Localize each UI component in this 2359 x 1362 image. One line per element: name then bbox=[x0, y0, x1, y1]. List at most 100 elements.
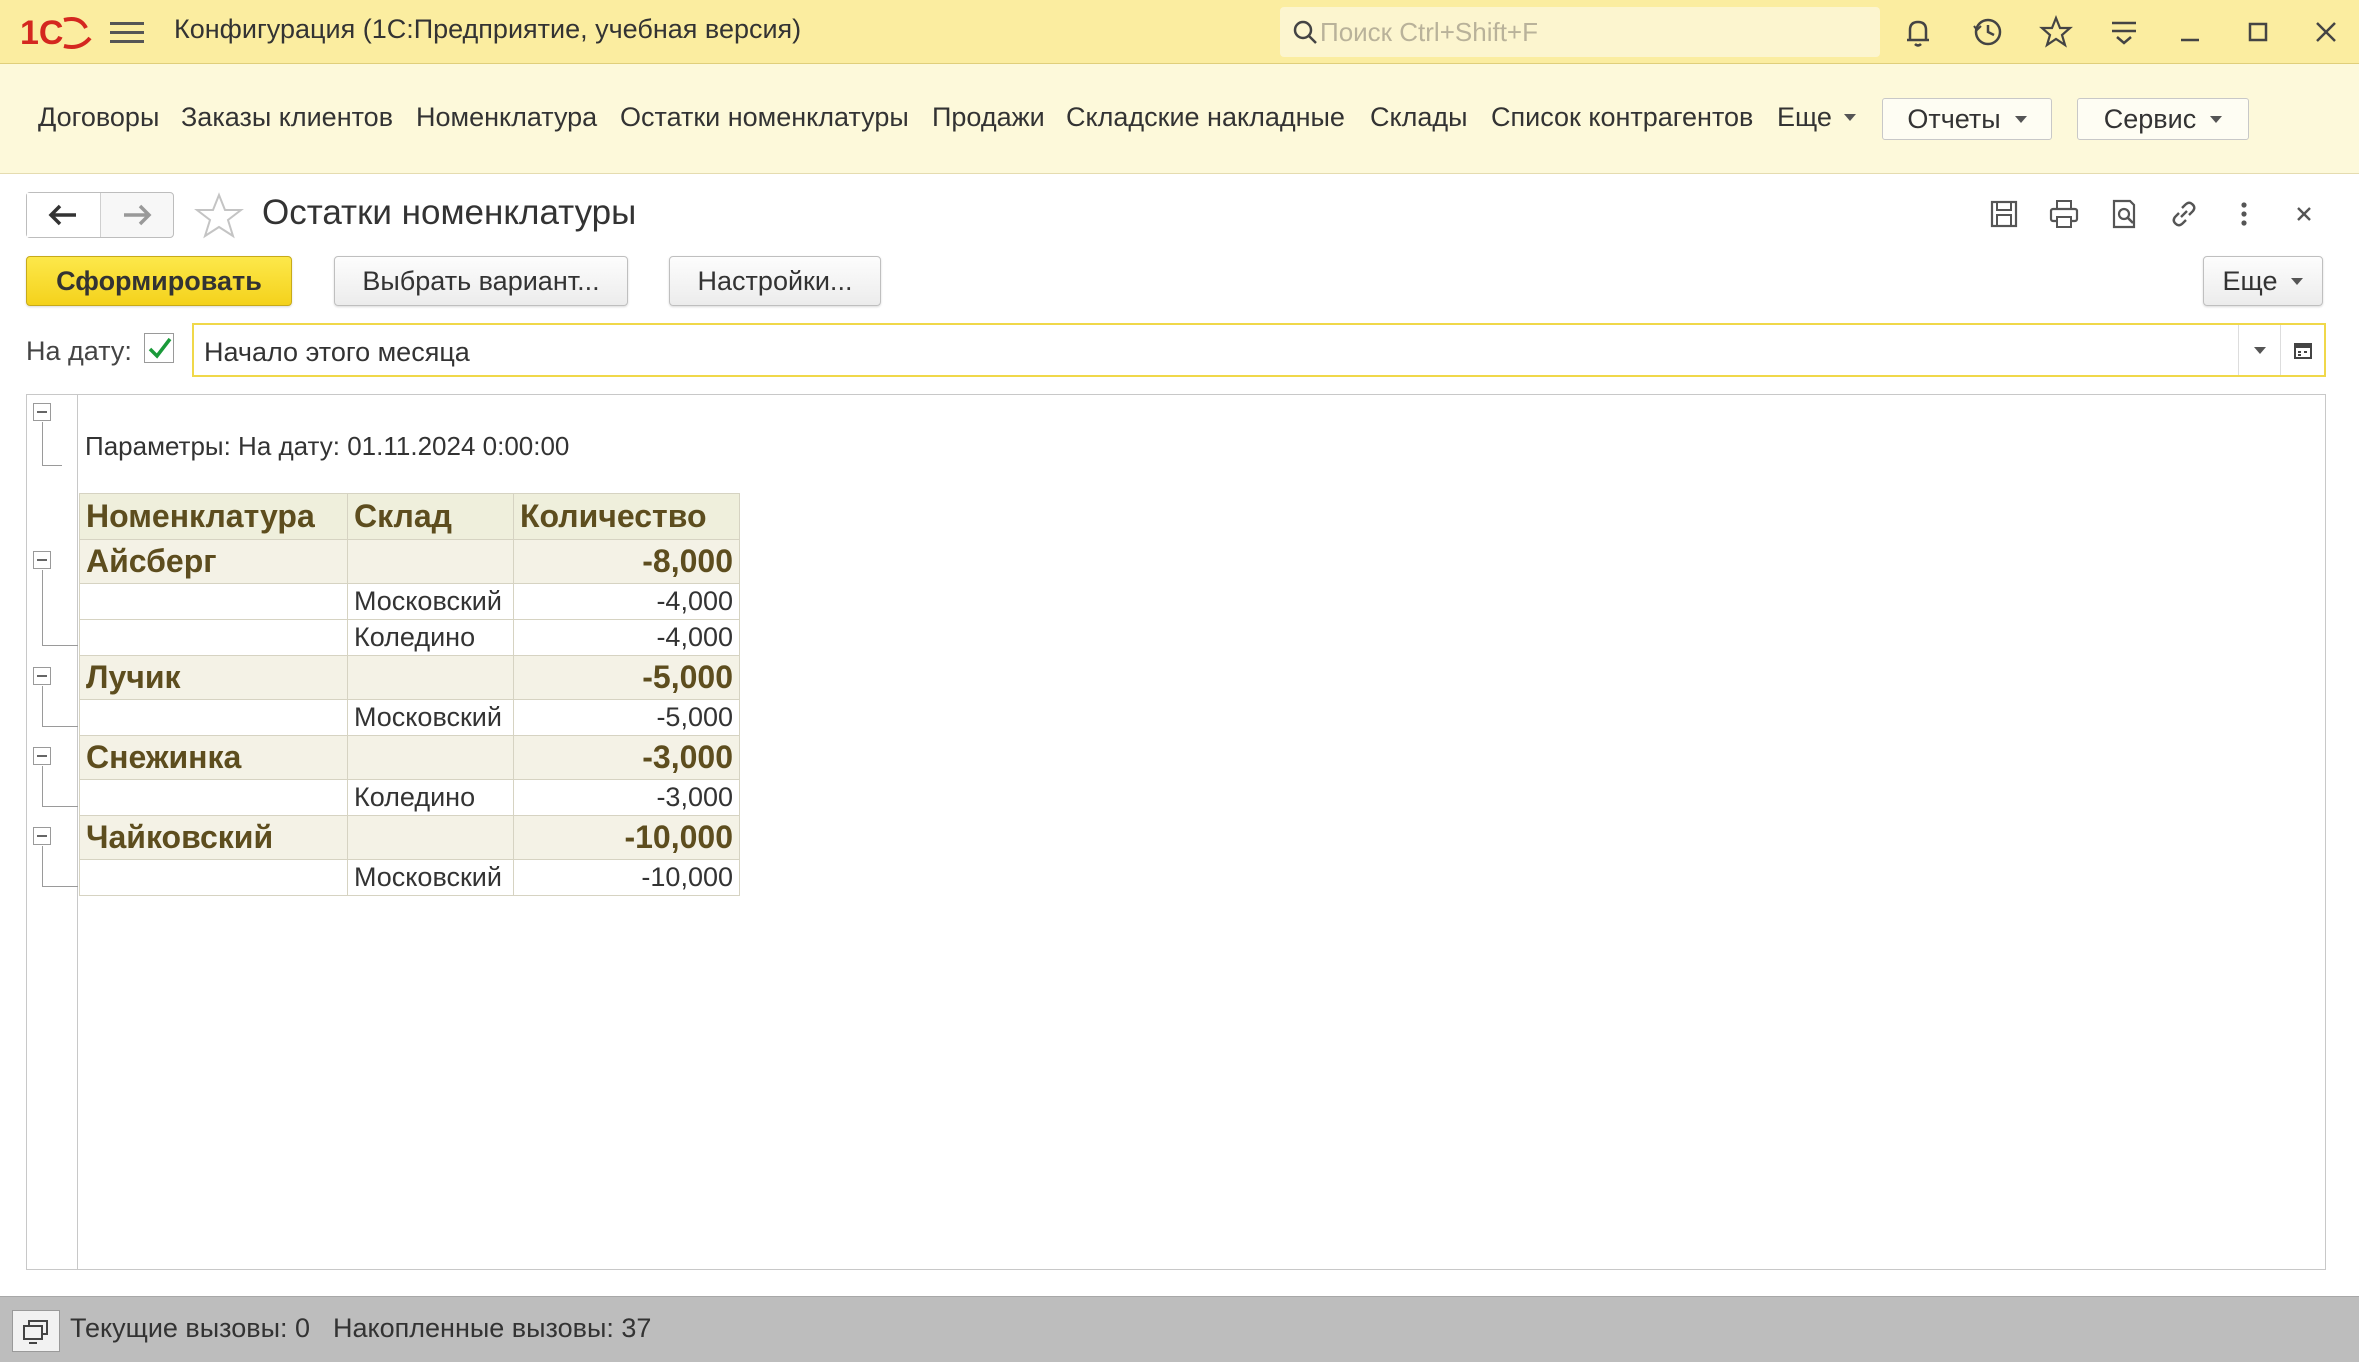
close-form-icon[interactable] bbox=[2286, 196, 2322, 232]
date-checkbox[interactable] bbox=[144, 333, 174, 363]
link-icon[interactable] bbox=[2166, 196, 2202, 232]
generate-button[interactable]: Сформировать bbox=[26, 256, 292, 306]
empty-cell bbox=[79, 583, 348, 620]
report-table: Номенклатура Склад Количество Айсберг -8… bbox=[79, 493, 740, 896]
table-row[interactable]: Коледино -3,000 bbox=[79, 779, 740, 816]
section-warehouses[interactable]: Склады bbox=[1370, 102, 1468, 133]
chevron-down-icon bbox=[2014, 115, 2027, 123]
quantity-cell: -3,000 bbox=[513, 779, 740, 816]
empty-cell bbox=[347, 655, 514, 700]
empty-cell bbox=[79, 699, 348, 736]
history-icon[interactable] bbox=[1970, 14, 2006, 50]
select-variant-button[interactable]: Выбрать вариант... bbox=[334, 256, 628, 306]
group-name: Чайковский bbox=[79, 815, 348, 860]
warehouse-cell: Московский bbox=[347, 699, 514, 736]
arrow-left-icon bbox=[48, 204, 77, 226]
minimize-icon[interactable] bbox=[2172, 14, 2208, 50]
report-area[interactable]: Параметры: На дату: 01.11.2024 0:00:00 Н… bbox=[26, 394, 2326, 1270]
server-calls-button[interactable] bbox=[12, 1310, 60, 1352]
back-button[interactable] bbox=[27, 193, 101, 237]
search-box[interactable] bbox=[1280, 7, 1880, 57]
collapse-params-icon[interactable] bbox=[33, 403, 51, 421]
section-counterparties[interactable]: Список контрагентов bbox=[1491, 102, 1753, 133]
chevron-down-icon bbox=[2210, 115, 2223, 123]
group-total: -3,000 bbox=[513, 735, 740, 780]
favorite-star-icon[interactable] bbox=[194, 192, 244, 240]
monitor-icon bbox=[23, 1320, 48, 1344]
empty-cell bbox=[347, 735, 514, 780]
group-name: Лучик bbox=[79, 655, 348, 700]
tree-line bbox=[42, 645, 78, 646]
reports-button[interactable]: Отчеты bbox=[1882, 98, 2052, 140]
forward-button[interactable] bbox=[101, 193, 174, 237]
empty-cell bbox=[79, 779, 348, 816]
empty-cell bbox=[347, 815, 514, 860]
tree-line bbox=[42, 766, 43, 806]
collapse-group-luchik-icon[interactable] bbox=[33, 667, 51, 685]
column-header-quantity: Количество bbox=[513, 493, 740, 540]
quantity-cell: -4,000 bbox=[513, 619, 740, 656]
collapse-group-aisberg-icon[interactable] bbox=[33, 551, 51, 569]
section-stock-balances[interactable]: Остатки номенклатуры bbox=[620, 102, 909, 133]
table-header-row: Номенклатура Склад Количество bbox=[79, 493, 740, 540]
app-title: Конфигурация (1С:Предприятие, учебная ве… bbox=[174, 14, 802, 44]
more-actions-button[interactable]: Еще bbox=[2203, 256, 2323, 306]
chevron-down-icon bbox=[1843, 114, 1856, 121]
section-more-label: Еще bbox=[1777, 102, 1832, 132]
section-contracts[interactable]: Договоры bbox=[38, 102, 159, 133]
more-vertical-icon[interactable] bbox=[2226, 196, 2262, 232]
date-field[interactable]: Начало этого месяца bbox=[192, 323, 2326, 377]
table-row[interactable]: Московский -10,000 bbox=[79, 859, 740, 896]
collapse-group-chaikovsky-icon[interactable] bbox=[33, 827, 51, 845]
empty-cell bbox=[79, 859, 348, 896]
print-icon[interactable] bbox=[2046, 196, 2082, 232]
tree-line bbox=[42, 422, 43, 466]
search-icon bbox=[1293, 20, 1317, 44]
1c-logo-icon[interactable]: 1С bbox=[20, 12, 92, 52]
section-warehouse-invoices[interactable]: Складские накладные bbox=[1066, 102, 1345, 133]
bell-icon[interactable] bbox=[1900, 14, 1936, 50]
tree-line bbox=[42, 886, 78, 887]
calendar-button[interactable] bbox=[2280, 325, 2324, 375]
section-customer-orders[interactable]: Заказы клиентов bbox=[181, 102, 393, 133]
table-row[interactable]: Коледино -4,000 bbox=[79, 619, 740, 656]
close-window-icon[interactable] bbox=[2308, 14, 2344, 50]
group-row[interactable]: Лучик -5,000 bbox=[79, 655, 740, 700]
preview-icon[interactable] bbox=[2106, 196, 2142, 232]
page-title: Остатки номенклатуры bbox=[262, 193, 637, 232]
menu-lines-icon[interactable] bbox=[2106, 14, 2142, 50]
group-row[interactable]: Чайковский -10,000 bbox=[79, 815, 740, 860]
settings-button[interactable]: Настройки... bbox=[669, 256, 881, 306]
date-field-value: Начало этого месяца bbox=[204, 337, 470, 367]
maximize-icon[interactable] bbox=[2240, 14, 2276, 50]
service-button[interactable]: Сервис bbox=[2077, 98, 2249, 140]
group-name: Айсберг bbox=[79, 539, 348, 584]
table-row[interactable]: Московский -5,000 bbox=[79, 699, 740, 736]
group-name: Снежинка bbox=[79, 735, 348, 780]
section-nomenclature[interactable]: Номенклатура bbox=[416, 102, 597, 133]
section-sales[interactable]: Продажи bbox=[932, 102, 1045, 133]
group-row[interactable]: Снежинка -3,000 bbox=[79, 735, 740, 780]
report-parameters: Параметры: На дату: 01.11.2024 0:00:00 bbox=[85, 431, 570, 461]
search-input[interactable] bbox=[1320, 15, 1860, 49]
quantity-cell: -10,000 bbox=[513, 859, 740, 896]
svg-text:1С: 1С bbox=[20, 14, 63, 52]
current-calls: Текущие вызовы: 0 bbox=[70, 1313, 311, 1343]
tree-line bbox=[42, 570, 43, 645]
quantity-cell: -4,000 bbox=[513, 583, 740, 620]
star-icon[interactable] bbox=[2038, 14, 2074, 50]
tree-line bbox=[42, 806, 78, 807]
chevron-down-icon bbox=[2291, 277, 2304, 285]
quantity-cell: -5,000 bbox=[513, 699, 740, 736]
main-menu-icon[interactable] bbox=[110, 18, 144, 46]
table-row[interactable]: Московский -4,000 bbox=[79, 583, 740, 620]
warehouse-cell: Коледино bbox=[347, 619, 514, 656]
save-icon[interactable] bbox=[1986, 196, 2022, 232]
group-row[interactable]: Айсберг -8,000 bbox=[79, 539, 740, 584]
date-dropdown-button[interactable] bbox=[2238, 325, 2280, 375]
collapse-group-snezhinka-icon[interactable] bbox=[33, 747, 51, 765]
section-more[interactable]: Еще bbox=[1777, 102, 1856, 133]
gutter-divider bbox=[77, 395, 78, 1269]
empty-cell bbox=[79, 619, 348, 656]
chevron-down-icon bbox=[2253, 346, 2266, 354]
